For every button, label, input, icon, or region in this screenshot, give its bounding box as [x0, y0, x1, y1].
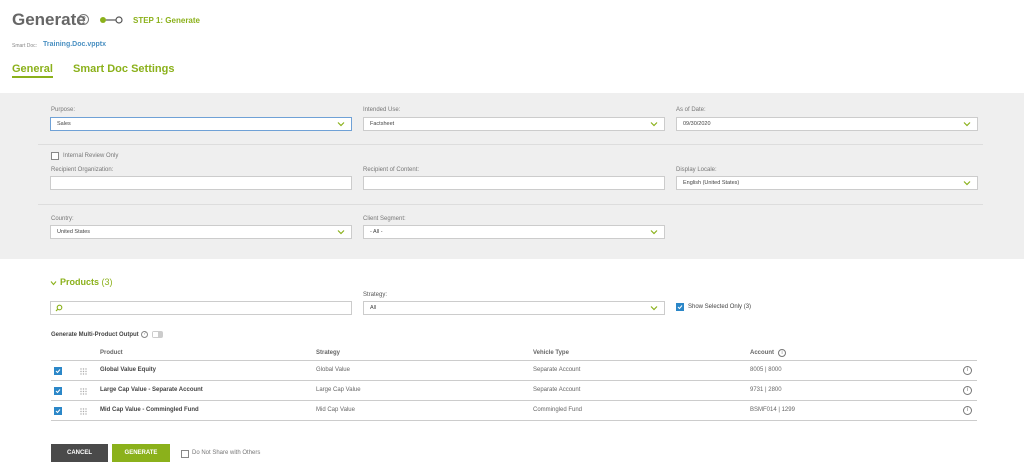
recipient-content-input[interactable]	[363, 176, 665, 190]
chevron-down-icon	[963, 181, 971, 186]
strategy-label: Strategy:	[363, 292, 388, 298]
strategy-value: All	[370, 305, 377, 311]
row-checkbox[interactable]	[54, 367, 62, 375]
as-of-date-select[interactable]: 09/30/2020	[676, 117, 978, 131]
purpose-value: Sales	[57, 121, 71, 127]
multi-output-label: Generate Multi-Product Output	[51, 332, 139, 338]
info-icon[interactable]: i	[963, 386, 972, 395]
chevron-down-icon	[650, 230, 658, 235]
checkmark-icon	[55, 409, 61, 414]
row-account: 9731 | 2800	[750, 387, 782, 393]
display-locale-select[interactable]: English (United States)	[676, 176, 978, 190]
col-header-product[interactable]: Product	[100, 350, 123, 356]
country-value: United States	[57, 229, 91, 235]
intended-use-label: Intended Use:	[363, 107, 401, 113]
row-vehicle: Commingled Fund	[533, 407, 583, 413]
products-count: (3)	[101, 277, 113, 287]
chevron-down-icon	[650, 122, 658, 127]
row-product: Large Cap Value - Separate Account	[100, 387, 203, 393]
row-account: 8005 | 8000	[750, 367, 782, 373]
page-title: Generate	[12, 10, 86, 29]
recipient-content-label: Recipient of Content:	[363, 167, 420, 173]
display-locale-value: English (United States)	[683, 180, 740, 186]
product-search-input[interactable]	[50, 301, 352, 315]
chevron-down-icon	[337, 122, 345, 127]
internal-review-checkbox[interactable]	[51, 152, 59, 160]
row-strategy: Large Cap Value	[316, 387, 361, 393]
do-not-share-checkbox[interactable]	[181, 450, 189, 458]
col-header-account[interactable]: Account	[750, 350, 774, 356]
client-segment-select[interactable]: - All -	[363, 225, 665, 239]
chevron-down-icon	[650, 306, 658, 311]
col-header-strategy[interactable]: Strategy	[316, 350, 340, 356]
drag-handle-icon[interactable]	[80, 368, 87, 375]
recipient-org-label: Recipient Organization:	[51, 167, 114, 173]
info-icon[interactable]: i	[963, 366, 972, 375]
step-label: STEP 1: Generate	[133, 16, 200, 25]
checkmark-icon	[55, 369, 61, 374]
smart-doc-name[interactable]: Training.Doc.vpptx	[43, 41, 106, 48]
smart-doc-prefix: Smart Doc:	[12, 43, 38, 49]
divider	[38, 204, 983, 205]
info-icon[interactable]: i	[778, 349, 786, 357]
display-locale-label: Display Locale:	[676, 167, 717, 173]
as-of-date-value: 09/30/2020	[683, 121, 711, 127]
table-row[interactable]: Global Value Equity Global Value Separat…	[51, 361, 977, 381]
chevron-down-icon	[337, 230, 345, 235]
toggle-knob	[153, 332, 158, 337]
info-icon[interactable]: i	[963, 406, 972, 415]
row-vehicle: Separate Account	[533, 387, 581, 393]
row-checkbox[interactable]	[54, 387, 62, 395]
products-title: Products	[60, 277, 100, 287]
generate-button[interactable]: GENERATE	[112, 444, 170, 462]
steps-progress-icon	[100, 16, 123, 24]
multi-output-toggle[interactable]	[152, 331, 163, 338]
chevron-down-icon[interactable]	[50, 280, 57, 286]
chevron-down-icon	[963, 122, 971, 127]
intended-use-select[interactable]: Factsheet	[363, 117, 665, 131]
table-row[interactable]: Mid Cap Value - Commingled Fund Mid Cap …	[51, 401, 977, 421]
search-icon	[55, 304, 63, 312]
checkmark-icon	[55, 389, 61, 394]
recipient-org-input[interactable]	[50, 176, 352, 190]
country-label: Country:	[51, 216, 74, 222]
drag-handle-icon[interactable]	[80, 388, 87, 395]
cancel-button[interactable]: CANCEL	[51, 444, 108, 462]
table-row[interactable]: Large Cap Value - Separate Account Large…	[51, 381, 977, 401]
country-select[interactable]: United States	[50, 225, 352, 239]
show-selected-checkbox[interactable]	[676, 303, 684, 311]
row-checkbox[interactable]	[54, 407, 62, 415]
col-header-vehicle[interactable]: Vehicle Type	[533, 350, 569, 356]
strategy-select[interactable]: All	[363, 301, 665, 315]
internal-review-label: Internal Review Only	[63, 153, 119, 159]
drag-handle-icon[interactable]	[80, 408, 87, 415]
purpose-label: Purpose:	[51, 107, 76, 113]
row-product: Global Value Equity	[100, 367, 157, 373]
row-strategy: Mid Cap Value	[316, 407, 355, 413]
as-of-date-label: As of Date:	[676, 107, 706, 113]
row-product: Mid Cap Value - Commingled Fund	[100, 407, 199, 413]
row-strategy: Global Value	[316, 367, 350, 373]
products-section-title[interactable]: Products (3)	[60, 277, 113, 287]
do-not-share-label: Do Not Share with Others	[192, 450, 261, 456]
help-icon[interactable]: ?	[141, 331, 148, 338]
checkmark-icon	[677, 305, 683, 310]
row-vehicle: Separate Account	[533, 367, 581, 373]
show-selected-label: Show Selected Only (3)	[688, 304, 752, 310]
help-icon[interactable]: ?	[78, 14, 89, 25]
purpose-select[interactable]: Sales	[50, 117, 352, 131]
client-segment-value: - All -	[370, 229, 383, 235]
intended-use-value: Factsheet	[370, 121, 395, 127]
divider	[38, 144, 983, 145]
tab-general[interactable]: General	[12, 63, 53, 78]
client-segment-label: Client Segment:	[363, 216, 406, 222]
row-account: BSMF014 | 1299	[750, 407, 795, 413]
tab-smart-doc-settings[interactable]: Smart Doc Settings	[73, 63, 174, 75]
